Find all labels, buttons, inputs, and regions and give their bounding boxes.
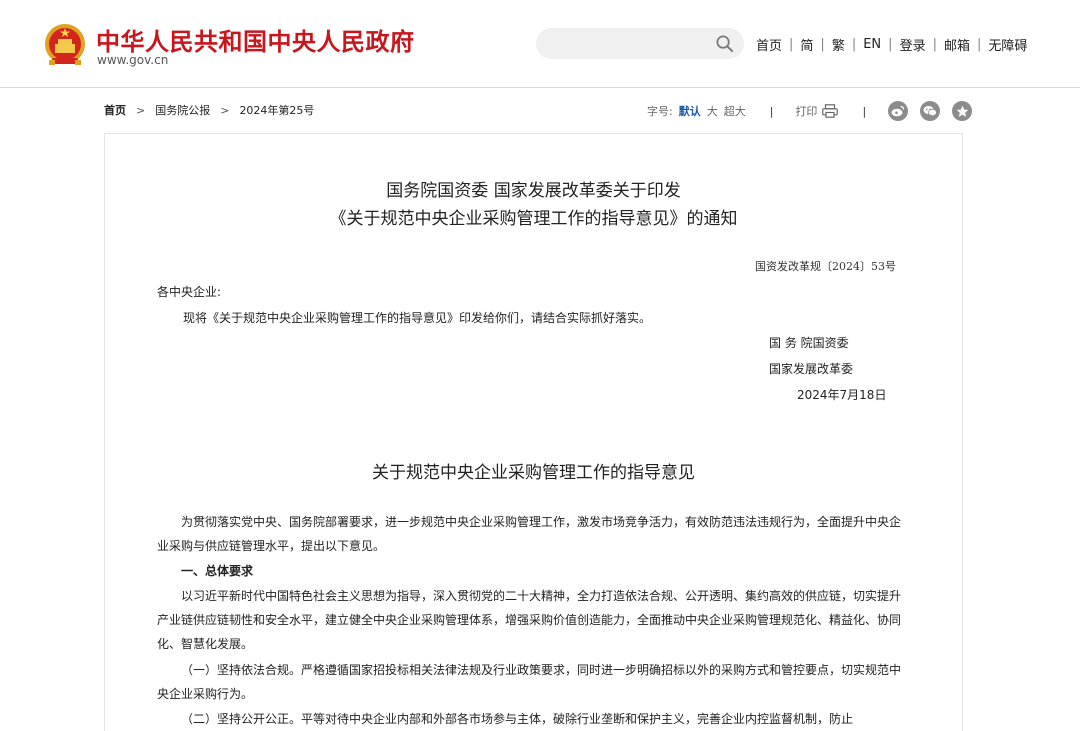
article-title-line1: 国务院国资委 国家发展改革委关于印发 — [386, 181, 681, 201]
nav-traditional[interactable]: 繁 — [832, 35, 845, 54]
nav-home[interactable]: 首页 — [756, 35, 782, 54]
item2-paragraph: （二）坚持公开公正。平等对待中央企业内部和外部各市场参与主体，破除行业垄断和保护… — [157, 707, 911, 731]
favorite-icon[interactable] — [952, 101, 973, 121]
article-toolbar: 字号: 默认 大 超大 | 打印 | — [647, 100, 973, 122]
section1-text: 以习近平新时代中国特色社会主义思想为指导，深入贯彻党的二十大精神，全力打造依法合… — [157, 589, 902, 651]
print-button[interactable]: 打印 — [795, 103, 839, 119]
section1-heading: 一、总体要求 — [157, 559, 911, 583]
salutation: 各中央企业: — [157, 285, 222, 299]
nav-separator: | — [789, 37, 794, 52]
article-container: 国务院国资委 国家发展改革委关于印发 《关于规范中央企业采购管理工作的指导意见》… — [104, 133, 963, 731]
font-size-xlarge[interactable]: 超大 — [724, 103, 746, 119]
chevron-right-icon: > — [220, 103, 230, 117]
wechat-icon[interactable] — [920, 101, 941, 121]
guidance-title: 关于规范中央企业采购管理工作的指导意见 — [372, 463, 695, 483]
print-label: 打印 — [795, 105, 818, 118]
item1-heading: （一）坚持依法合规。 — [181, 663, 302, 677]
intro-text: 为贯彻落实党中央、国务院部署要求，进一步规范中央企业采购管理工作，激发市场竞争活… — [157, 515, 902, 553]
search-input[interactable] — [536, 28, 744, 59]
nav-separator: | — [976, 37, 982, 52]
item1-paragraph: （一）坚持依法合规。严格遵循国家招投标相关法律法规及行业政策要求，同时进一步明确… — [157, 658, 911, 706]
item2-text: 平等对待中央企业内部和外部各市场参与主体，破除行业垄断和保护主义，完善企业内控监… — [301, 712, 854, 726]
toolbar-divider: | — [862, 104, 867, 118]
section1-paragraph: 以习近平新时代中国特色社会主义思想为指导，深入贯彻党的二十大精神，全力打造依法合… — [157, 584, 911, 656]
intro-paragraph: 为贯彻落实党中央、国务院部署要求，进一步规范中央企业采购管理工作，激发市场竞争活… — [157, 510, 911, 558]
site-url[interactable]: www.gov.cn — [97, 53, 168, 67]
issue-date: 2024年7月18日 — [797, 388, 887, 402]
breadcrumb-issue[interactable]: 2024年第25号 — [239, 102, 314, 118]
nav-separator: | — [851, 37, 857, 52]
nav-english[interactable]: EN — [863, 37, 881, 52]
section1-heading-text: 一、总体要求 — [181, 564, 254, 578]
font-size-label: 字号: — [647, 105, 673, 118]
nav-simplified[interactable]: 简 — [800, 35, 813, 54]
signer-sasac: 国 务 院国资委 — [769, 336, 849, 350]
article-title-line2: 《关于规范中央企业采购管理工作的指导意见》的通知 — [329, 209, 738, 229]
breadcrumb-gazette[interactable]: 国务院公报 — [155, 102, 210, 118]
breadcrumb: 首页 > 国务院公报 > 2024年第25号 — [104, 102, 314, 118]
search-icon[interactable] — [715, 34, 734, 53]
font-size-large[interactable]: 大 — [707, 103, 718, 119]
notice-body: 现将《关于规范中央企业采购管理工作的指导意见》印发给你们，请结合实际抓好落实。 — [183, 311, 652, 325]
top-nav: 首页 | 简 | 繁 | EN | 登录 | 邮箱 | 无障碍 — [756, 35, 1027, 54]
site-header: 中华人民共和国中央人民政府 www.gov.cn 首页 | 简 | 繁 | EN… — [0, 0, 1080, 88]
nav-separator: | — [888, 37, 893, 52]
toolbar-divider: | — [769, 104, 774, 118]
nav-mail[interactable]: 邮箱 — [944, 35, 970, 54]
chevron-right-icon: > — [136, 103, 146, 117]
printer-icon — [822, 104, 839, 118]
font-size-default[interactable]: 默认 — [679, 103, 701, 119]
national-emblem-icon[interactable] — [44, 22, 86, 68]
share-buttons — [888, 101, 973, 121]
document-number: 国资发改革规〔2024〕53号 — [755, 260, 896, 273]
signer-ndrc: 国家发展改革委 — [769, 362, 854, 376]
nav-separator: | — [820, 37, 825, 52]
breadcrumb-home[interactable]: 首页 — [104, 102, 126, 118]
item2-heading: （二）坚持公开公正。 — [181, 712, 302, 726]
nav-login[interactable]: 登录 — [900, 35, 926, 54]
nav-accessibility[interactable]: 无障碍 — [988, 35, 1027, 54]
weibo-icon[interactable] — [888, 101, 909, 121]
site-title[interactable]: 中华人民共和国中央人民政府 — [96, 22, 415, 57]
nav-separator: | — [932, 37, 937, 52]
